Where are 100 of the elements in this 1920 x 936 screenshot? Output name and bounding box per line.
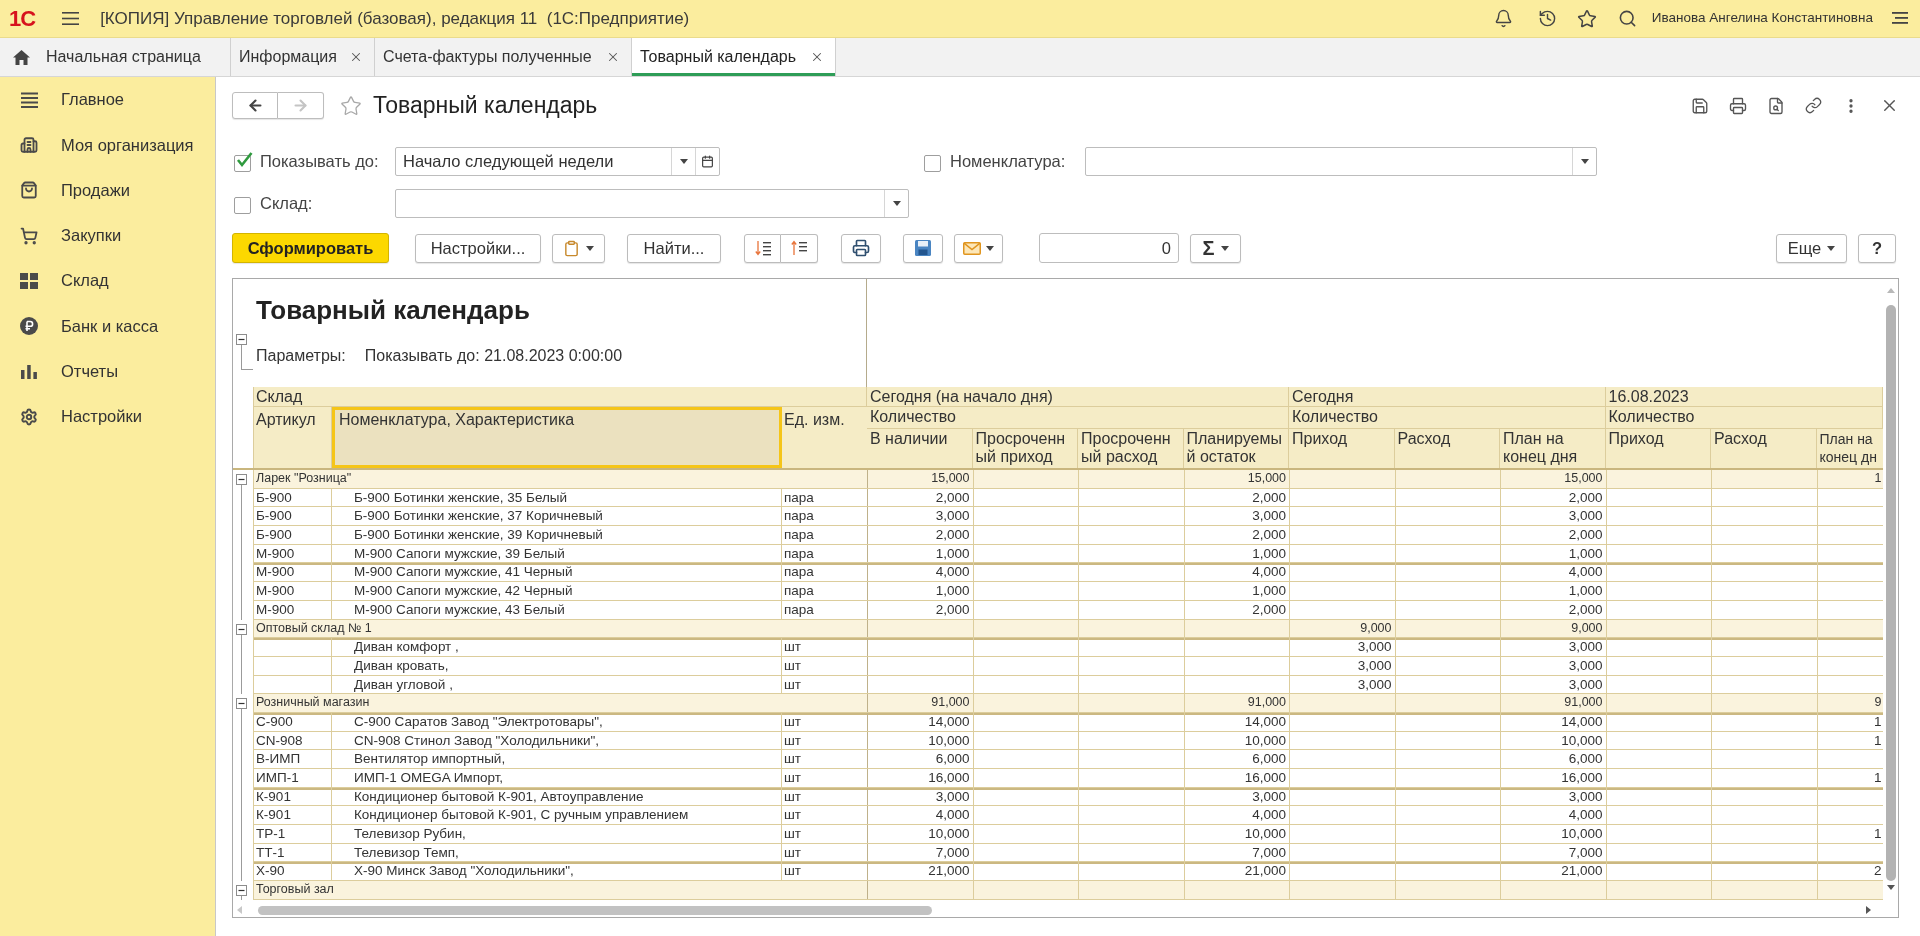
parameters-value: Показывать до: 21.08.2023 0:00:00 [364,346,623,366]
filter-label: Номенклатура: [950,151,1067,173]
select-field[interactable] [395,189,909,218]
collapse-icon[interactable] [236,698,247,710]
table-cell: 3,000 [1501,787,1607,806]
building-icon [20,135,38,154]
scroll-down-icon[interactable] [1886,885,1895,890]
checkbox[interactable] [234,151,253,172]
star-icon[interactable] [340,94,362,117]
table-cell: М-900 [254,544,332,563]
table-cell: 14,000 [1184,712,1290,731]
tab[interactable]: Товарный календарь [632,38,836,76]
menu-icon[interactable] [62,12,80,25]
search-icon[interactable] [1617,9,1637,28]
table-cell: 2,000 [868,488,974,507]
column-header: Номенклатура, Характеристика [332,407,782,468]
collapse-icon[interactable] [236,474,247,485]
number-field[interactable]: 0 [1039,233,1179,263]
column-header: Приход [1289,429,1395,468]
sum-button[interactable]: Σ [1190,233,1241,263]
link-icon[interactable] [1805,97,1822,114]
table-cell: шт [782,843,868,862]
table-cell: 4,000 [1184,806,1290,825]
table-cell: 3,000 [1501,656,1607,675]
find-button[interactable]: Найти... [627,233,721,263]
table-cell: 91,000 [1501,694,1607,712]
table-cell: 10,000 [1184,825,1290,843]
column-header: Артикул [254,407,332,468]
collapse-icon[interactable] [236,334,247,345]
table-cell: шт [782,675,868,694]
table-cell: 14,000 [1501,712,1607,731]
close-icon[interactable] [606,50,620,64]
table-cell: 10,000 [1501,731,1607,750]
collapse-icon[interactable] [236,623,247,635]
sort-ascending-button[interactable] [781,233,818,263]
sidebar-item[interactable]: Отчеты [0,348,215,395]
scroll-right-icon[interactable] [1866,906,1871,914]
back-button[interactable] [232,92,278,119]
sidebar-item[interactable]: Продажи [0,167,215,213]
caret-icon [986,245,994,251]
document-search-icon[interactable] [1767,96,1785,115]
generate-button[interactable]: Сформировать [232,233,389,263]
column-header: Просроченный расход [1078,429,1184,468]
table-cell: 15,000 [1501,470,1607,488]
table-cell: шт [782,862,868,881]
column-header: Приход [1605,429,1711,468]
table-cell: 3,000 [1290,656,1396,675]
grid-icon [20,272,38,289]
sidebar-item[interactable]: Склад [0,258,215,304]
calendar-icon[interactable] [701,155,714,168]
history-icon[interactable] [1537,9,1557,28]
sidebar-item[interactable]: Банк и касса [0,303,215,349]
table-cell: 2,000 [1184,488,1290,507]
variant-button[interactable] [552,233,605,263]
table-cell: 1,000 [868,544,974,563]
user-name[interactable]: Иванова Ангелина Константиновна [1651,8,1873,29]
printer-icon[interactable] [1729,96,1747,115]
table-cell-text: 1 [1873,825,1883,843]
table-cell: шт [782,787,868,806]
close-icon[interactable] [349,50,363,64]
scrollbar-thumb[interactable] [1885,305,1896,881]
table-cell: 4,000 [1184,563,1290,582]
save-button[interactable] [903,233,943,263]
filter-label: Склад: [260,193,314,215]
table-cell: Торговый зал [254,881,868,899]
settings-button[interactable]: Настройки... [415,233,541,263]
sidebar-item[interactable]: Моя организация [0,122,215,168]
table-cell: 9,000 [1501,619,1607,638]
table-cell: 3,000 [1290,675,1396,694]
table-cell: 15,000 [868,470,974,488]
bell-icon[interactable] [1493,9,1513,28]
save-icon[interactable] [1691,96,1709,115]
logo[interactable]: 1С [9,7,36,30]
table-cell: 2,000 [1184,600,1290,619]
sidebar-item[interactable]: Закупки [0,212,215,259]
help-button[interactable]: ? [1858,233,1896,263]
print-button[interactable] [841,233,881,263]
menu-icon[interactable] [1892,11,1908,26]
sidebar-item[interactable]: Главное [0,77,215,123]
sort-descending-button[interactable] [744,233,781,263]
more-button[interactable]: Еще [1776,233,1847,263]
close-icon[interactable] [810,50,824,64]
select-field[interactable] [1085,147,1597,176]
table-cell: 3,000 [868,787,974,806]
sidebar-item[interactable]: Настройки [0,394,215,440]
table-cell-text: 2 [1873,862,1883,881]
star-icon[interactable] [1576,8,1597,29]
table-cell: 1,000 [868,582,974,600]
form-title: Товарный календарь [373,91,598,121]
table-cell: 7,000 [868,843,974,862]
bag-icon [20,181,38,200]
sort-descending-icon [754,240,771,256]
scrollbar-thumb[interactable] [258,905,932,915]
table-cell: пара [782,544,868,563]
period-field[interactable]: Начало следующей недели [395,147,720,176]
table-cell: К-901 [254,806,332,825]
table-cell: пара [782,507,868,526]
collapse-icon[interactable] [236,885,247,897]
column-header: Ед. изм. [782,407,868,468]
table-cell: Кондиционер бытовой К-901, С ручным управлением [332,806,782,825]
